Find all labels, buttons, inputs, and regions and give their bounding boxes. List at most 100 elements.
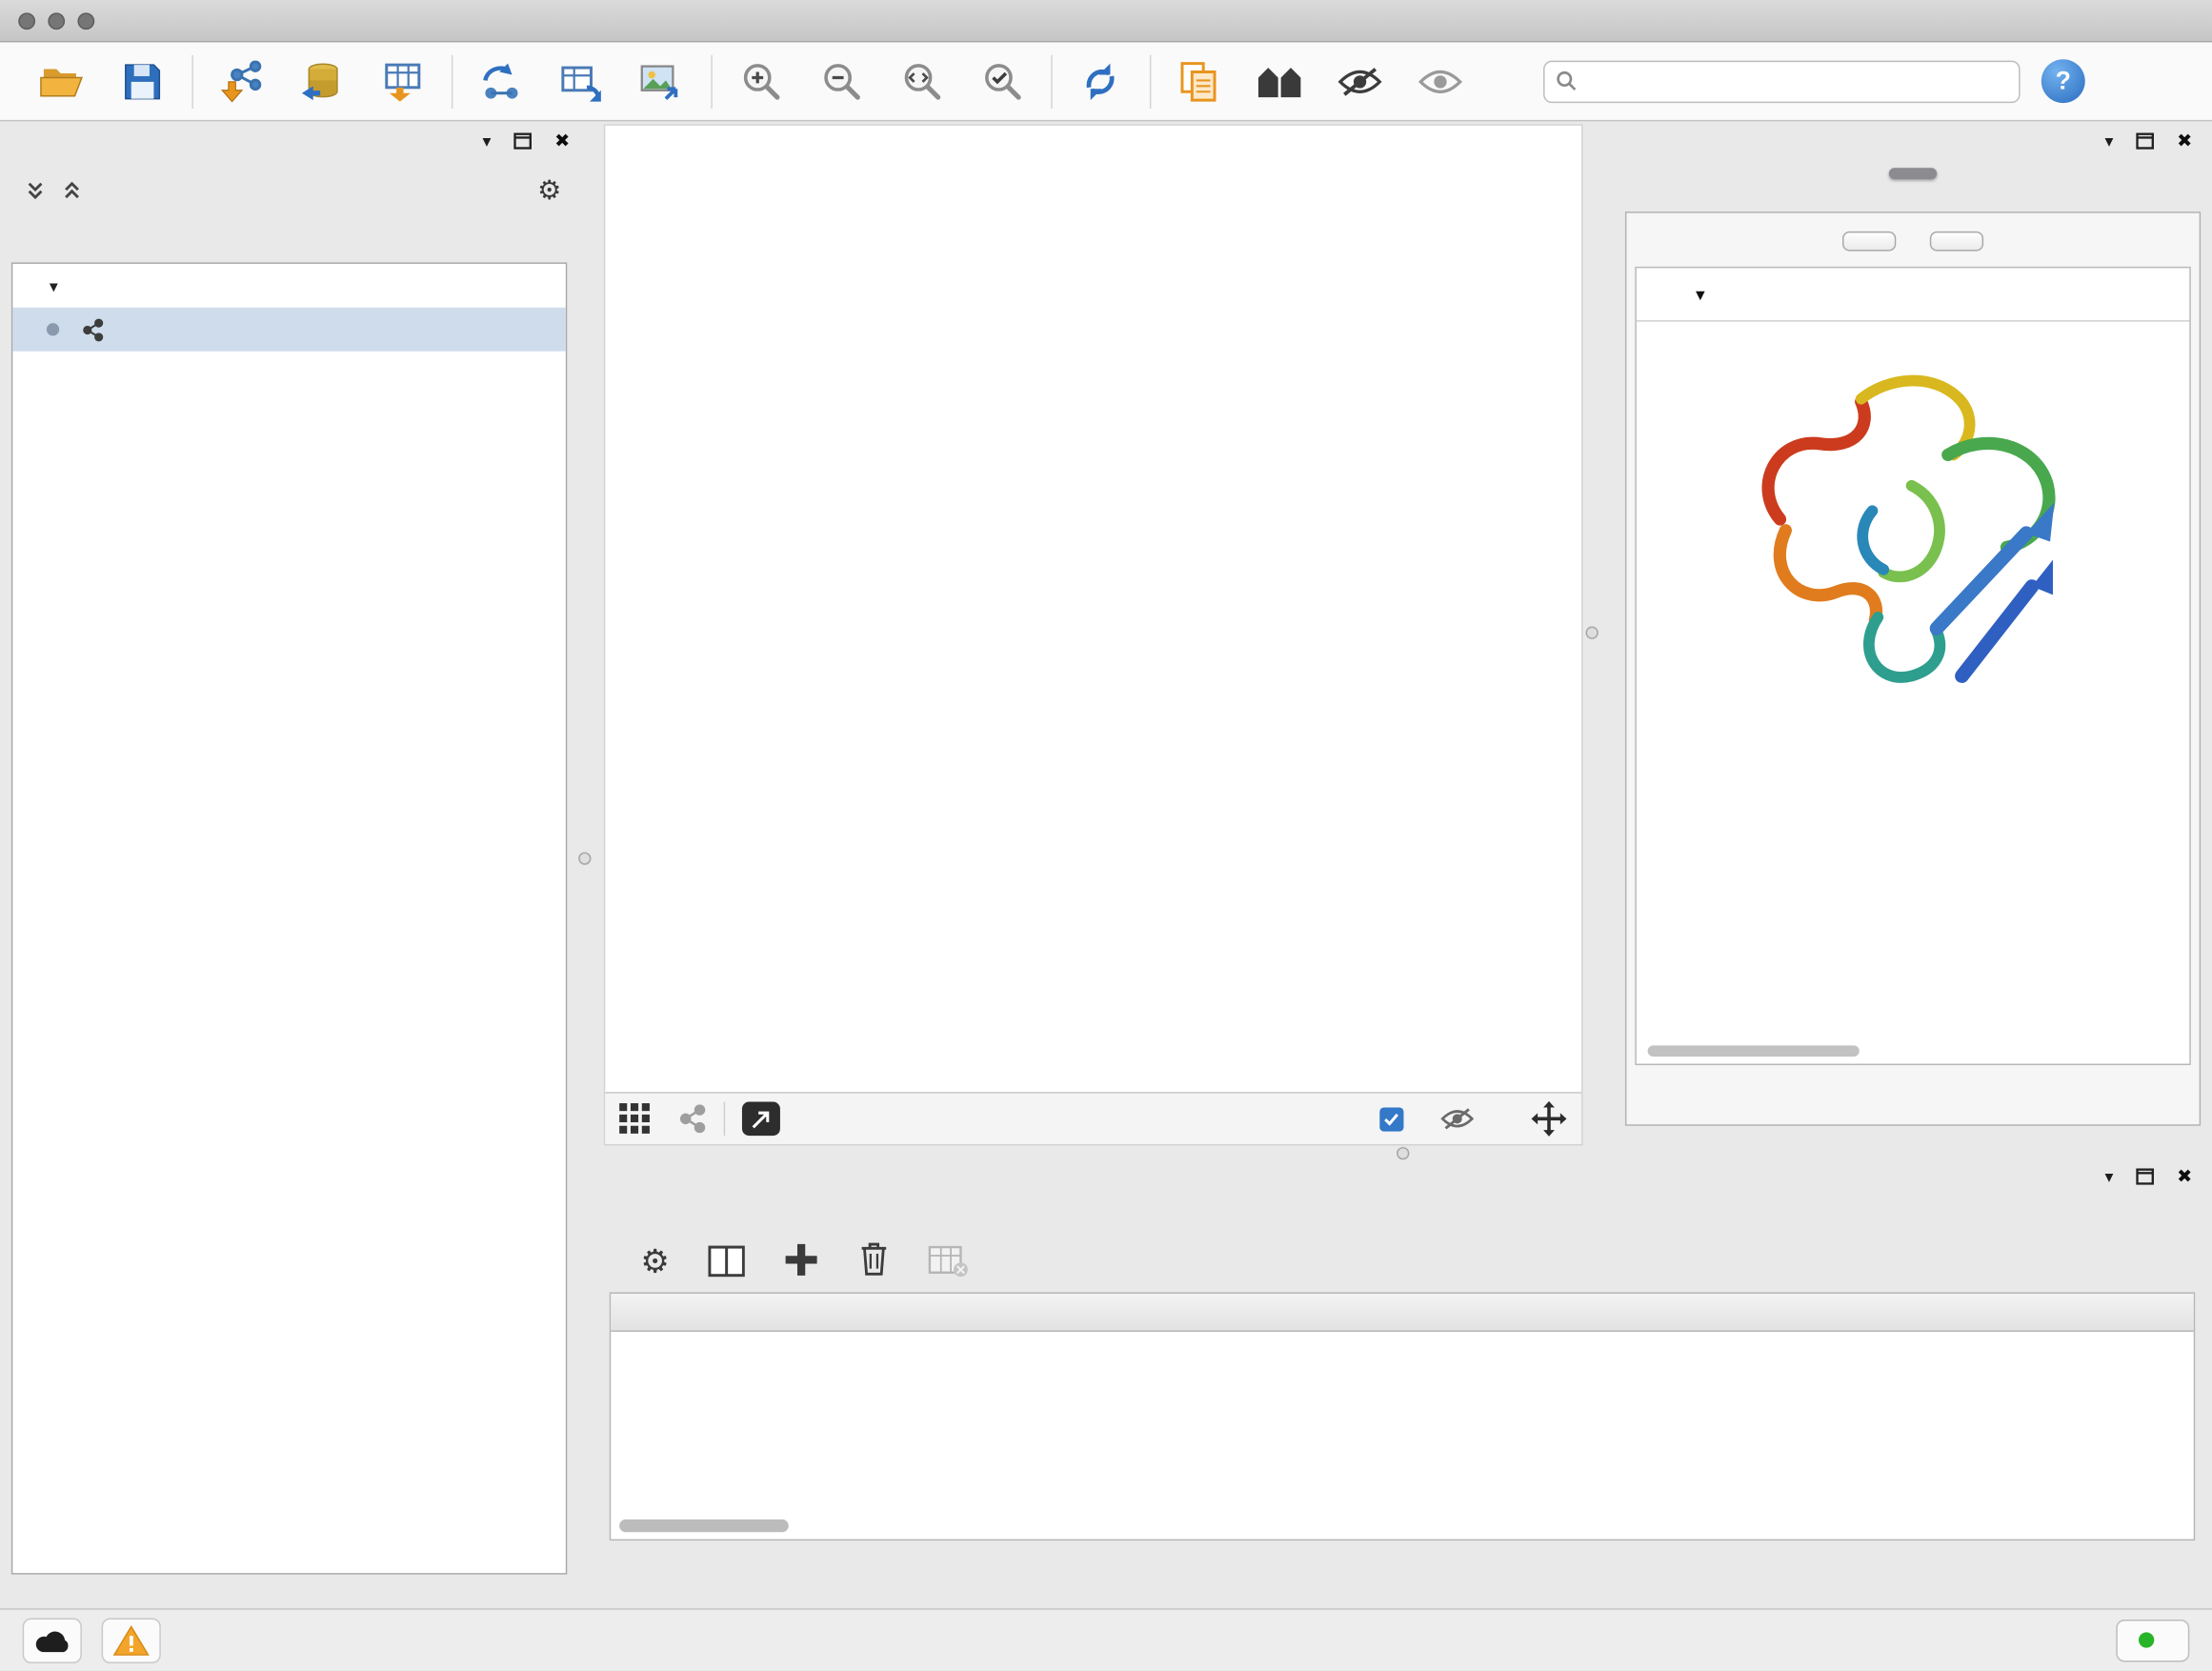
table-header-row <box>611 1294 2194 1332</box>
collapse-all-icon[interactable] <box>26 181 46 201</box>
string-results-box: ▾ <box>1625 211 2201 1126</box>
zoom-fit-icon <box>900 60 942 102</box>
control-panel: ▾ ✖ ⚙ ▾ <box>9 124 578 1600</box>
open-session-button[interactable] <box>29 49 96 113</box>
search-input[interactable] <box>1585 70 2007 91</box>
application-window: ? ▾ ✖ ⚙ ▾ <box>0 0 2212 1670</box>
close-panel-icon[interactable]: ✖ <box>554 130 570 152</box>
network-share-icon[interactable] <box>678 1105 707 1134</box>
eye-icon <box>1418 64 1462 98</box>
table-horizontal-scrollbar[interactable] <box>619 1520 789 1532</box>
bottom-splitter-handle[interactable] <box>1397 1147 1409 1159</box>
close-panel-icon[interactable]: ✖ <box>2177 1165 2192 1188</box>
window-close-button[interactable] <box>18 12 35 30</box>
network-status-dot <box>47 323 59 335</box>
zoom-in-button[interactable] <box>727 49 794 113</box>
window-controls <box>18 12 94 30</box>
show-columns-icon[interactable] <box>708 1244 745 1278</box>
new-network-icon <box>479 60 521 102</box>
zoom-fit-button[interactable] <box>887 49 955 113</box>
tab-string[interactable] <box>1889 168 1937 179</box>
warning-triangle-icon <box>112 1624 150 1656</box>
title-bar <box>0 0 2212 42</box>
database-icon <box>300 60 342 102</box>
new-table-button[interactable] <box>548 49 615 113</box>
show-all-button[interactable] <box>1406 49 1474 113</box>
network-options-gear-icon[interactable]: ⚙ <box>537 177 561 204</box>
zoom-in-icon <box>739 60 781 102</box>
close-panel-icon[interactable]: ✖ <box>2177 130 2192 152</box>
table-panel: ▾ ✖ ⚙ <box>604 1159 2201 1600</box>
import-network-icon <box>220 60 262 102</box>
new-network-button[interactable] <box>467 49 534 113</box>
network-collection-row[interactable]: ▾ <box>12 264 565 308</box>
expand-all-button[interactable] <box>1842 232 1896 252</box>
save-session-button[interactable] <box>109 49 176 113</box>
float-panel-icon[interactable] <box>513 132 532 150</box>
export-image-button[interactable] <box>628 49 695 113</box>
node-table <box>610 1292 2195 1540</box>
window-minimize-button[interactable] <box>48 12 65 30</box>
results-panel: ▾ ✖ ▾ <box>1625 124 2201 1145</box>
window-zoom-button[interactable] <box>77 12 94 30</box>
tree-collapse-caret-icon[interactable]: ▾ <box>50 276 58 296</box>
add-column-plus-icon[interactable] <box>782 1241 819 1278</box>
protein-description <box>1637 322 2189 334</box>
cloud-icon <box>34 1627 71 1653</box>
hidden-eye-slash-icon[interactable] <box>1440 1106 1475 1132</box>
zoom-out-button[interactable] <box>807 49 875 113</box>
search-icon <box>1556 70 1577 91</box>
open-folder-icon <box>39 60 84 102</box>
clone-network-button[interactable] <box>1165 49 1233 113</box>
protein-detail-card: ▾ <box>1635 267 2190 1065</box>
pan-crosshair-icon[interactable] <box>1531 1100 1568 1137</box>
copy-document-icon <box>1179 60 1218 102</box>
hide-selection-button[interactable] <box>1326 49 1394 113</box>
left-splitter-handle[interactable] <box>578 852 591 864</box>
expand-all-icon[interactable] <box>62 181 82 201</box>
birds-eye-view-icon[interactable] <box>619 1103 651 1135</box>
status-bar <box>0 1608 2212 1670</box>
cloud-status-button[interactable] <box>23 1618 82 1662</box>
table-options-gear-icon[interactable]: ⚙ <box>640 1246 670 1278</box>
external-arrow-icon <box>752 1110 770 1128</box>
collapse-section-caret-icon[interactable]: ▾ <box>1696 283 1705 306</box>
eye-slash-icon <box>1337 64 1382 98</box>
network-view <box>604 124 1583 1145</box>
network-row-selected[interactable] <box>12 308 565 352</box>
delete-table-icon[interactable] <box>928 1244 967 1278</box>
refresh-icon <box>1079 60 1121 102</box>
network-canvas[interactable] <box>605 126 1581 1092</box>
export-image-icon <box>640 60 682 102</box>
selected-checkbox-icon[interactable] <box>1379 1107 1403 1131</box>
float-panel-icon[interactable] <box>2136 132 2154 150</box>
zoom-selected-icon <box>980 60 1022 102</box>
zoom-out-icon <box>819 60 861 102</box>
right-splitter-handle[interactable] <box>1585 627 1598 639</box>
network-view-toolbar <box>605 1092 1581 1144</box>
toolbar-search <box>1543 60 2021 102</box>
help-button[interactable]: ? <box>2041 59 2085 103</box>
import-table-file-button[interactable] <box>369 49 436 113</box>
import-table-icon <box>381 60 423 102</box>
network-tree: ▾ <box>11 262 567 1574</box>
detach-view-button[interactable] <box>742 1102 780 1137</box>
memory-button[interactable] <box>2116 1619 2189 1661</box>
protein-structure-image <box>1737 352 2089 704</box>
collapse-all-button[interactable] <box>1930 232 1983 252</box>
float-panel-icon[interactable] <box>2136 1168 2154 1185</box>
save-icon <box>123 61 162 100</box>
results-horizontal-scrollbar[interactable] <box>1648 1045 1860 1057</box>
first-neighbors-button[interactable] <box>1246 49 1314 113</box>
zoom-selected-button[interactable] <box>968 49 1036 113</box>
panel-menu-caret-icon[interactable]: ▾ <box>483 131 492 151</box>
network-icon <box>82 318 105 341</box>
delete-column-trash-icon[interactable] <box>857 1240 890 1278</box>
import-network-file-button[interactable] <box>208 49 275 113</box>
panel-menu-caret-icon[interactable]: ▾ <box>2105 1167 2114 1187</box>
warnings-button[interactable] <box>102 1618 161 1662</box>
apply-layout-button[interactable] <box>1067 49 1135 113</box>
memory-status-dot <box>2139 1632 2154 1647</box>
panel-menu-caret-icon[interactable]: ▾ <box>2105 131 2114 151</box>
import-network-database-button[interactable] <box>288 49 355 113</box>
